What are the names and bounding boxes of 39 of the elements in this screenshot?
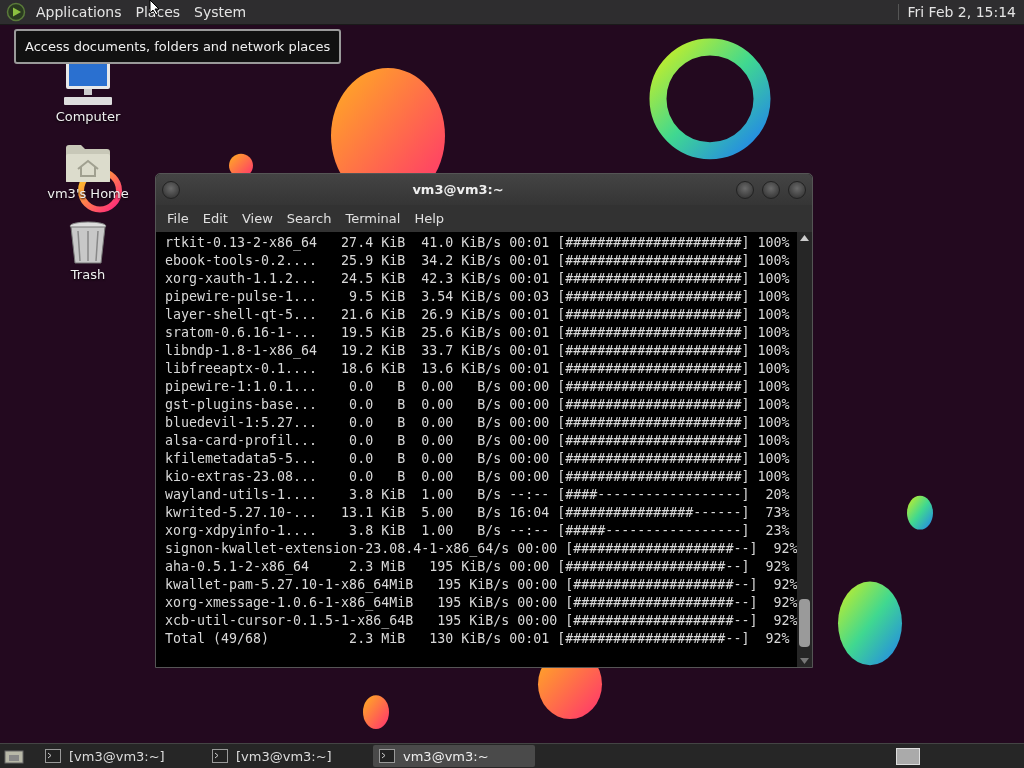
panel-menu[interactable]: System xyxy=(194,4,247,20)
terminal-line: libfreeaptx-0.1.... 18.6 KiB 13.6 KiB/s 00:01 [######################] 100% xyxy=(165,360,791,378)
terminal-line: libndp-1.8-1-x86_64 19.2 KiB 33.7 KiB/s 00:01 [######################] 100% xyxy=(165,342,791,360)
terminal-line: aha-0.5.1-2-x86_64 2.3 MiB 195 KiB/s 00:00 [####################--] 92% xyxy=(165,558,791,576)
terminal-line: gst-plugins-base... 0.0 B 0.00 B/s 00:00 [######################] 100% xyxy=(165,396,791,414)
clock[interactable]: Fri Feb 2, 15:14 xyxy=(898,4,1016,20)
tooltip: Access documents, folders and network places xyxy=(14,29,342,64)
desktop-icon-label[interactable]: Trash xyxy=(70,267,106,282)
taskbar-button[interactable]: [vm3@vm3:~] xyxy=(39,745,201,767)
window-title: vm3@vm3:~ xyxy=(411,182,505,197)
menu-item[interactable]: Help xyxy=(407,208,452,229)
terminal-line: ebook-tools-0.2.... 25.9 KiB 34.2 KiB/s 00:01 [######################] 100% xyxy=(165,252,791,270)
terminal-line: layer-shell-qt-5... 21.6 KiB 26.9 KiB/s 00:01 [######################] 100% xyxy=(165,306,791,324)
terminal-line: xorg-xdpyinfo-1.... 3.8 KiB 1.00 B/s --:-- [#####-----------------] 23% xyxy=(165,522,791,540)
terminal-line: wayland-utils-1.... 3.8 KiB 1.00 B/s --:-- [####------------------] 20% xyxy=(165,486,791,504)
terminal-line: xorg-xauth-1.1.2... 24.5 KiB 42.3 KiB/s 00:01 [######################] 100% xyxy=(165,270,791,288)
panel-menu[interactable]: Applications xyxy=(36,4,122,20)
terminal-line: kfilemetadata5-5... 0.0 B 0.00 B/s 00:00 [######################] 100% xyxy=(165,450,791,468)
menu-item[interactable]: Edit xyxy=(195,208,235,229)
menu-item[interactable]: Search xyxy=(279,208,339,229)
terminal-line: signon-kwallet-extension-23.08.4-1-x86_64/s 00:00 [####################--] 92% xyxy=(165,540,798,558)
terminal-line: kwallet-pam-5.27.10-1-x86_64MiB 195 KiB/s 00:00 [####################--] 92% xyxy=(165,576,798,594)
terminal-line: sratom-0.6.16-1-... 19.5 KiB 25.6 KiB/s 00:01 [######################] 100% xyxy=(165,324,791,342)
terminal-line: kwrited-5.27.10-... 13.1 KiB 5.00 B/s 16:04 [################------] 73% xyxy=(165,504,791,522)
menu-item[interactable]: File xyxy=(160,208,196,229)
terminal-line: Total (49/68) 2.3 MiB 130 KiB/s 00:01 [####################--] 92% xyxy=(165,630,791,648)
menu-item[interactable]: Terminal xyxy=(338,208,408,229)
terminal-line: pipewire-pulse-1... 9.5 KiB 3.54 KiB/s 00:03 [######################] 100% xyxy=(165,288,791,306)
terminal-line: xorg-xmessage-1.0.6-1-x86_64MiB 195 KiB/s 00:00 [####################--] 92% xyxy=(165,594,798,612)
taskbar-button[interactable]: [vm3@vm3:~] xyxy=(206,745,368,767)
terminal-line: xcb-util-cursor-0.1.5-1-x86_64B 195 KiB/s 00:00 [####################--] 92% xyxy=(165,612,798,630)
terminal-line: rtkit-0.13-2-x86_64 27.4 KiB 41.0 KiB/s 00:01 [######################] 100% xyxy=(165,234,791,252)
taskbar-button[interactable]: vm3@vm3:~ xyxy=(373,745,535,767)
terminal-line: pipewire-1:1.0.1... 0.0 B 0.00 B/s 00:00 [######################] 100% xyxy=(165,378,791,396)
terminal-line: kio-extras-23.08... 0.0 B 0.00 B/s 00:00 [######################] 100% xyxy=(165,468,791,486)
terminal-line: alsa-card-profil... 0.0 B 0.00 B/s 00:00 [######################] 100% xyxy=(165,432,791,450)
menu-item[interactable]: View xyxy=(234,208,280,229)
desktop-icon-label[interactable]: Computer xyxy=(55,109,121,124)
terminal-line: bluedevil-1:5.27... 0.0 B 0.00 B/s 00:00 [######################] 100% xyxy=(165,414,791,432)
